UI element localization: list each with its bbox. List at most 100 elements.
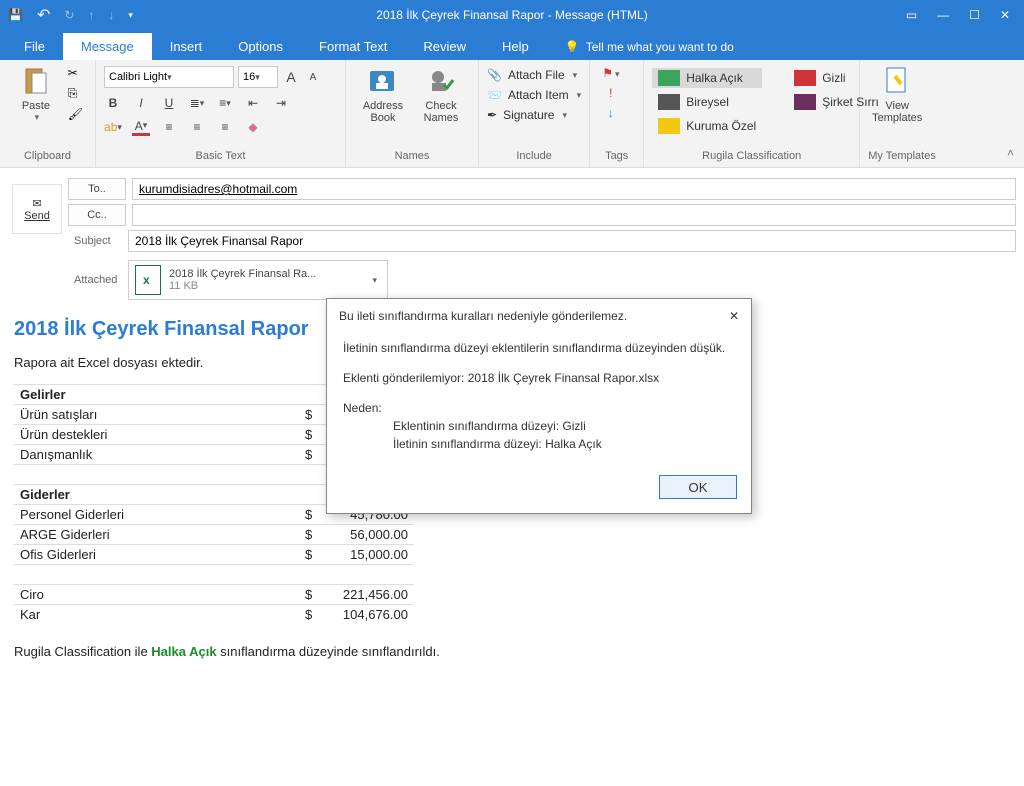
collapse-ribbon-icon[interactable]: ˄ [1007,60,1024,167]
dialog-ok-button[interactable]: OK [659,475,737,499]
classification-individual[interactable]: Bireysel [652,92,762,112]
signature-button[interactable]: ✒Signature▾ [487,108,581,122]
view-templates-label: View Templates [868,100,926,124]
address-book-label: Address Book [354,100,412,124]
table-row: ARGE Giderleri$56,000.00 [14,525,414,545]
group-include-label: Include [487,148,581,165]
cut-icon[interactable]: ✂ [68,66,83,80]
ribbon-opts-icon[interactable]: ▭ [906,8,917,22]
tell-me-label: Tell me what you want to do [586,40,734,54]
dialog-reason-label: Neden: [343,399,735,417]
tab-format-text[interactable]: Format Text [301,33,405,60]
subject-label: Subject [68,235,128,247]
font-size-combo[interactable]: 16 [238,66,278,88]
paperclip-icon: 📎 [487,68,502,82]
tab-review[interactable]: Review [405,33,484,60]
up-icon[interactable]: ↑ [88,8,94,22]
highlight-button[interactable]: ab [104,118,122,136]
align-center-button[interactable]: ≡ [188,118,206,136]
subject-field[interactable] [128,230,1016,252]
underline-button[interactable]: U [160,94,178,112]
clear-format-button[interactable]: ◆ [244,118,262,136]
attachment-size: 11 KB [169,280,316,292]
dialog-reason2: İletinin sınıflandırma düzeyi: Halka Açı… [343,435,735,453]
tab-help[interactable]: Help [484,33,547,60]
flag-icon[interactable]: ⚑▾ [602,66,619,80]
importance-high-icon[interactable]: ! [609,86,612,100]
address-book-button[interactable]: Address Book [354,64,412,124]
font-family-combo[interactable]: Calibri Light [104,66,234,88]
importance-low-icon[interactable]: ↓ [608,106,614,120]
table-row: Kar$104,676.00 [14,605,414,625]
italic-button[interactable]: I [132,94,150,112]
indent-button[interactable]: ⇥ [272,94,290,112]
format-painter-icon[interactable]: 🖌 [68,107,83,121]
outdent-button[interactable]: ⇤ [244,94,262,112]
group-names-label: Names [354,148,470,165]
undo-icon[interactable]: ↶ [37,5,50,25]
save-icon[interactable]: 💾 [8,8,23,22]
attachment-name: 2018 İlk Çeyrek Finansal Ra... [169,268,316,280]
dialog-title: Bu ileti sınıflandırma kuralları nedeniy… [339,309,627,323]
send-button[interactable]: ✉ Send [12,184,62,234]
ribbon-tabs: File Message Insert Options Format Text … [0,30,1024,60]
to-field[interactable] [132,178,1016,200]
attachment-menu-icon[interactable]: ▾ [372,275,377,286]
paste-button[interactable]: Paste ▾ [8,64,64,123]
cc-button[interactable]: Cc.. [68,204,126,226]
check-names-button[interactable]: Check Names [412,64,470,124]
attach-item-icon: 📨 [487,88,502,102]
classification-footer: Rugila Classification ile Halka Açık sın… [14,644,1010,659]
dialog-close-icon[interactable]: ✕ [729,309,739,323]
excel-file-icon [135,265,161,295]
compose-header: ✉ Send To.. Cc.. Subject Attached 2018 İ… [0,168,1024,304]
paste-label: Paste [22,100,50,112]
minimize-icon[interactable]: — [937,8,949,22]
classification-internal[interactable]: Kuruma Özel [652,116,762,136]
close-icon[interactable]: ✕ [1000,8,1010,22]
tab-file[interactable]: File [6,33,63,60]
check-names-label: Check Names [412,100,470,124]
bold-button[interactable]: B [104,94,122,112]
attach-file-button[interactable]: 📎Attach File▾ [487,68,581,82]
bulb-icon: 💡 [565,40,580,54]
classification-error-dialog: Bu ileti sınıflandırma kuralları nedeniy… [326,298,752,514]
tab-message[interactable]: Message [63,33,152,60]
signature-icon: ✒ [487,108,497,122]
align-left-button[interactable]: ≡ [160,118,178,136]
send-icon: ✉ [32,197,41,210]
redo-icon[interactable]: ↻ [64,8,74,22]
group-clipboard-label: Clipboard [8,148,87,165]
title-bar: 💾 ↶ ↻ ↑ ↓ ▾ 2018 İlk Çeyrek Finansal Rap… [0,0,1024,30]
bullets-button[interactable]: ≣ [188,94,206,112]
attach-item-button[interactable]: 📨Attach Item▾ [487,88,581,102]
group-templates-label: My Templates [868,148,936,165]
font-color-button[interactable]: A [132,118,150,136]
table-row: Ofis Giderleri$15,000.00 [14,545,414,565]
send-label: Send [24,210,50,222]
align-right-button[interactable]: ≡ [216,118,234,136]
shrink-font-icon[interactable]: A [304,68,322,86]
copy-icon[interactable]: ⎘ [68,86,83,101]
tab-options[interactable]: Options [220,33,301,60]
tab-insert[interactable]: Insert [152,33,221,60]
classification-public[interactable]: Halka Açık [652,68,762,88]
group-classification-label: Rugila Classification [652,148,851,165]
cc-field[interactable] [132,204,1016,226]
window-title: 2018 İlk Çeyrek Finansal Rapor - Message… [376,8,647,22]
grow-font-icon[interactable]: A [282,68,300,86]
tell-me-search[interactable]: 💡 Tell me what you want to do [555,34,744,60]
table-row: Ciro$221,456.00 [14,585,414,605]
to-button[interactable]: To.. [68,178,126,200]
view-templates-button[interactable]: View Templates [868,64,926,124]
attachment-item[interactable]: 2018 İlk Çeyrek Finansal Ra... 11 KB ▾ [128,260,388,300]
dialog-line1: İletinin sınıflandırma düzeyi eklentiler… [343,339,735,357]
group-basictext-label: Basic Text [104,148,337,165]
down-icon[interactable]: ↓ [108,8,114,22]
dialog-reason1: Eklentinin sınıflandırma düzeyi: Gizli [343,417,735,435]
numbering-button[interactable]: ≡ [216,94,234,112]
qat-more-icon[interactable]: ▾ [128,10,133,21]
maximize-icon[interactable]: ☐ [969,8,980,22]
attached-label: Attached [68,274,128,286]
group-tags-label: Tags [598,148,635,165]
